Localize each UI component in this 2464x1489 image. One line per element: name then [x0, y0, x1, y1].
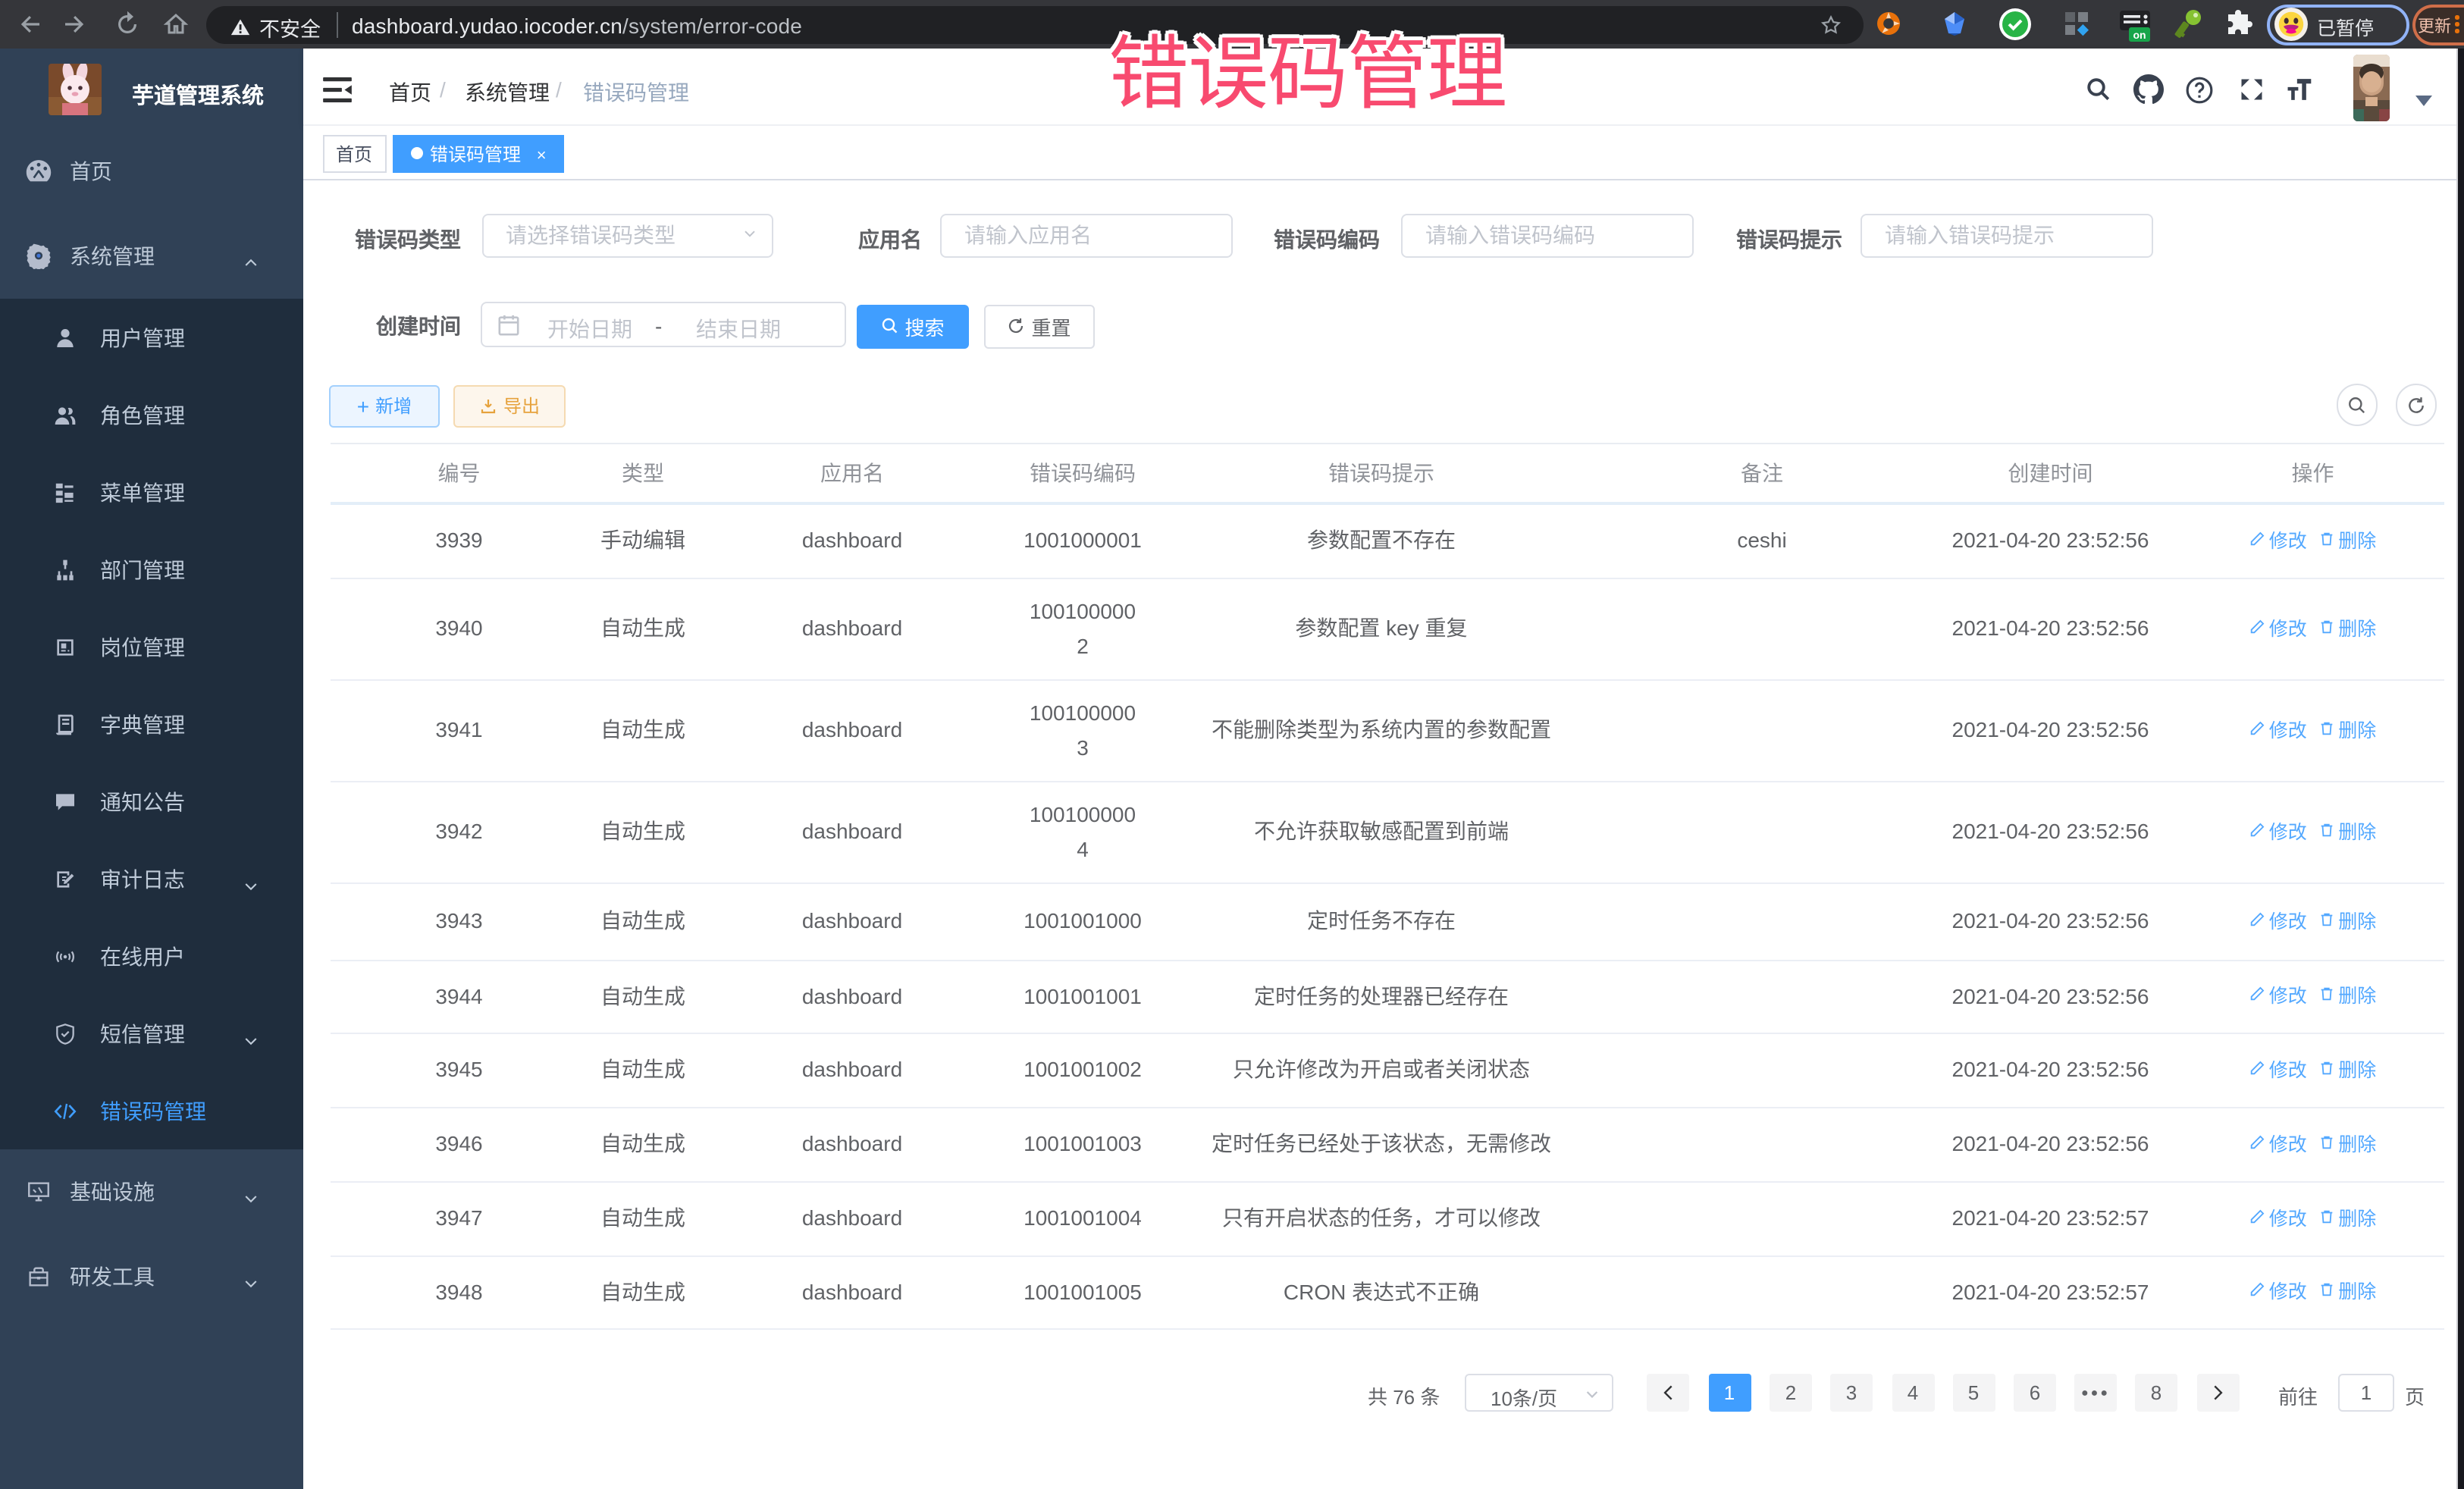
- svg-text:on: on: [2133, 29, 2146, 41]
